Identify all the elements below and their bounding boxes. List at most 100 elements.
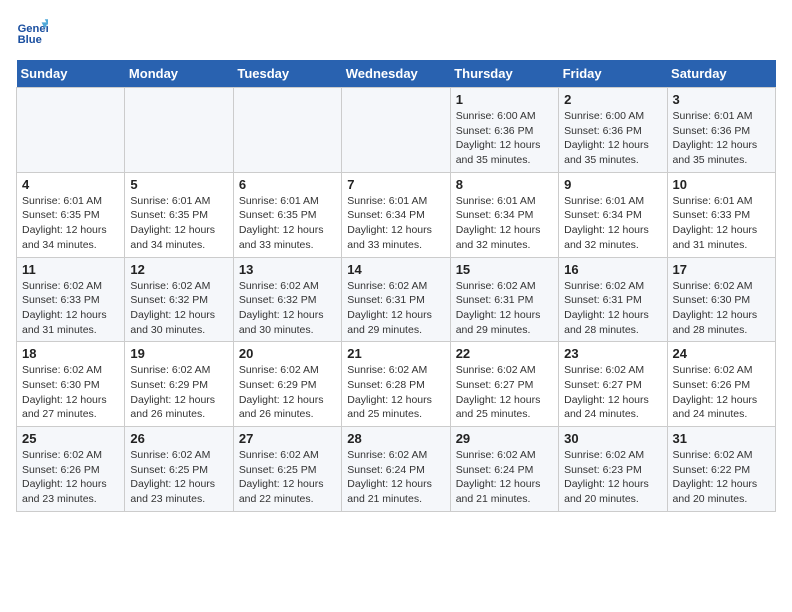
- day-number: 3: [673, 92, 770, 107]
- calendar-cell: 14 Sunrise: 6:02 AM Sunset: 6:31 PM Dayli…: [342, 257, 450, 342]
- day-info: Sunrise: 6:02 AM Sunset: 6:26 PM Dayligh…: [673, 363, 770, 422]
- logo-icon: General Blue: [16, 16, 48, 48]
- calendar-cell: 26 Sunrise: 6:02 AM Sunset: 6:25 PM Dayli…: [125, 427, 233, 512]
- svg-text:Blue: Blue: [18, 34, 42, 46]
- day-info: Sunrise: 6:02 AM Sunset: 6:22 PM Dayligh…: [673, 448, 770, 507]
- calendar-week-row: 25Sunrise: 6:02 AM Sunset: 6:26 PM Dayli…: [17, 427, 776, 512]
- weekday-header: Thursday: [450, 60, 558, 88]
- day-number: 31: [673, 431, 770, 446]
- day-info: Sunrise: 6:02 AM Sunset: 6:31 PM Dayligh…: [456, 279, 553, 338]
- day-number: 26: [130, 431, 227, 446]
- weekday-header: Sunday: [17, 60, 125, 88]
- day-info: Sunrise: 6:01 AM Sunset: 6:34 PM Dayligh…: [564, 194, 661, 253]
- day-number: 24: [673, 346, 770, 361]
- calendar-cell: 2Sunrise: 6:00 AM Sunset: 6:36 PM Daylig…: [559, 88, 667, 173]
- calendar-cell: 19 Sunrise: 6:02 AM Sunset: 6:29 PM Dayli…: [125, 342, 233, 427]
- day-info: Sunrise: 6:02 AM Sunset: 6:25 PM Dayligh…: [130, 448, 227, 507]
- day-info: Sunrise: 6:02 AM Sunset: 6:27 PM Dayligh…: [564, 363, 661, 422]
- calendar-cell: 23 Sunrise: 6:02 AM Sunset: 6:27 PM Dayli…: [559, 342, 667, 427]
- day-number: 9: [564, 177, 661, 192]
- calendar-cell: 25Sunrise: 6:02 AM Sunset: 6:26 PM Dayli…: [17, 427, 125, 512]
- day-info: Sunrise: 6:02 AM Sunset: 6:32 PM Dayligh…: [130, 279, 227, 338]
- day-number: 19: [130, 346, 227, 361]
- day-number: 28: [347, 431, 444, 446]
- day-number: 23: [564, 346, 661, 361]
- day-number: 6: [239, 177, 336, 192]
- day-number: 21: [347, 346, 444, 361]
- calendar-cell: 17 Sunrise: 6:02 AM Sunset: 6:30 PM Dayli…: [667, 257, 775, 342]
- calendar-cell: [125, 88, 233, 173]
- weekday-header: Saturday: [667, 60, 775, 88]
- day-number: 14: [347, 262, 444, 277]
- calendar-cell: 20Sunrise: 6:02 AM Sunset: 6:29 PM Dayli…: [233, 342, 341, 427]
- day-info: Sunrise: 6:01 AM Sunset: 6:33 PM Dayligh…: [673, 194, 770, 253]
- day-info: Sunrise: 6:02 AM Sunset: 6:30 PM Dayligh…: [673, 279, 770, 338]
- day-info: Sunrise: 6:02 AM Sunset: 6:30 PM Dayligh…: [22, 363, 119, 422]
- calendar-week-row: 11 Sunrise: 6:02 AM Sunset: 6:33 PM Dayli…: [17, 257, 776, 342]
- calendar-cell: 12 Sunrise: 6:02 AM Sunset: 6:32 PM Dayli…: [125, 257, 233, 342]
- calendar-cell: 29Sunrise: 6:02 AM Sunset: 6:24 PM Dayli…: [450, 427, 558, 512]
- day-info: Sunrise: 6:02 AM Sunset: 6:28 PM Dayligh…: [347, 363, 444, 422]
- calendar-cell: 31 Sunrise: 6:02 AM Sunset: 6:22 PM Dayli…: [667, 427, 775, 512]
- calendar-cell: 18 Sunrise: 6:02 AM Sunset: 6:30 PM Dayli…: [17, 342, 125, 427]
- calendar-week-row: 18 Sunrise: 6:02 AM Sunset: 6:30 PM Dayli…: [17, 342, 776, 427]
- day-number: 8: [456, 177, 553, 192]
- calendar-cell: [233, 88, 341, 173]
- day-number: 25: [22, 431, 119, 446]
- day-number: 15: [456, 262, 553, 277]
- day-number: 12: [130, 262, 227, 277]
- day-info: Sunrise: 6:02 AM Sunset: 6:24 PM Dayligh…: [456, 448, 553, 507]
- page-header: General Blue: [16, 16, 776, 48]
- calendar-cell: 22 Sunrise: 6:02 AM Sunset: 6:27 PM Dayli…: [450, 342, 558, 427]
- day-number: 20: [239, 346, 336, 361]
- day-info: Sunrise: 6:01 AM Sunset: 6:35 PM Dayligh…: [22, 194, 119, 253]
- day-info: Sunrise: 6:01 AM Sunset: 6:35 PM Dayligh…: [239, 194, 336, 253]
- day-number: 22: [456, 346, 553, 361]
- calendar-cell: 30 Sunrise: 6:02 AM Sunset: 6:23 PM Dayli…: [559, 427, 667, 512]
- day-info: Sunrise: 6:02 AM Sunset: 6:29 PM Dayligh…: [130, 363, 227, 422]
- weekday-header: Tuesday: [233, 60, 341, 88]
- calendar-cell: 27 Sunrise: 6:02 AM Sunset: 6:25 PM Dayli…: [233, 427, 341, 512]
- day-info: Sunrise: 6:01 AM Sunset: 6:34 PM Dayligh…: [456, 194, 553, 253]
- calendar-cell: 8 Sunrise: 6:01 AM Sunset: 6:34 PM Daylig…: [450, 172, 558, 257]
- day-number: 4: [22, 177, 119, 192]
- day-info: Sunrise: 6:02 AM Sunset: 6:31 PM Dayligh…: [347, 279, 444, 338]
- calendar-week-row: 1 Sunrise: 6:00 AM Sunset: 6:36 PM Daylig…: [17, 88, 776, 173]
- day-number: 10: [673, 177, 770, 192]
- calendar-cell: 7Sunrise: 6:01 AM Sunset: 6:34 PM Daylig…: [342, 172, 450, 257]
- day-info: Sunrise: 6:01 AM Sunset: 6:35 PM Dayligh…: [130, 194, 227, 253]
- day-info: Sunrise: 6:02 AM Sunset: 6:31 PM Dayligh…: [564, 279, 661, 338]
- day-number: 1: [456, 92, 553, 107]
- day-info: Sunrise: 6:02 AM Sunset: 6:23 PM Dayligh…: [564, 448, 661, 507]
- day-number: 13: [239, 262, 336, 277]
- calendar-table: SundayMondayTuesdayWednesdayThursdayFrid…: [16, 60, 776, 512]
- day-number: 11: [22, 262, 119, 277]
- calendar-cell: [342, 88, 450, 173]
- calendar-week-row: 4 Sunrise: 6:01 AM Sunset: 6:35 PM Daylig…: [17, 172, 776, 257]
- day-info: Sunrise: 6:02 AM Sunset: 6:25 PM Dayligh…: [239, 448, 336, 507]
- calendar-cell: 16Sunrise: 6:02 AM Sunset: 6:31 PM Dayli…: [559, 257, 667, 342]
- day-info: Sunrise: 6:01 AM Sunset: 6:36 PM Dayligh…: [673, 109, 770, 168]
- calendar-cell: 24 Sunrise: 6:02 AM Sunset: 6:26 PM Dayli…: [667, 342, 775, 427]
- day-number: 30: [564, 431, 661, 446]
- day-number: 7: [347, 177, 444, 192]
- day-info: Sunrise: 6:02 AM Sunset: 6:27 PM Dayligh…: [456, 363, 553, 422]
- calendar-body: 1 Sunrise: 6:00 AM Sunset: 6:36 PM Daylig…: [17, 88, 776, 512]
- calendar-cell: 10 Sunrise: 6:01 AM Sunset: 6:33 PM Dayli…: [667, 172, 775, 257]
- day-number: 18: [22, 346, 119, 361]
- calendar-cell: 21 Sunrise: 6:02 AM Sunset: 6:28 PM Dayli…: [342, 342, 450, 427]
- day-number: 5: [130, 177, 227, 192]
- day-info: Sunrise: 6:02 AM Sunset: 6:24 PM Dayligh…: [347, 448, 444, 507]
- calendar-header: SundayMondayTuesdayWednesdayThursdayFrid…: [17, 60, 776, 88]
- day-number: 27: [239, 431, 336, 446]
- calendar-cell: 11 Sunrise: 6:02 AM Sunset: 6:33 PM Dayli…: [17, 257, 125, 342]
- calendar-cell: 28 Sunrise: 6:02 AM Sunset: 6:24 PM Dayli…: [342, 427, 450, 512]
- calendar-cell: 9 Sunrise: 6:01 AM Sunset: 6:34 PM Daylig…: [559, 172, 667, 257]
- day-info: Sunrise: 6:00 AM Sunset: 6:36 PM Dayligh…: [456, 109, 553, 168]
- day-number: 17: [673, 262, 770, 277]
- day-info: Sunrise: 6:02 AM Sunset: 6:33 PM Dayligh…: [22, 279, 119, 338]
- calendar-cell: 4 Sunrise: 6:01 AM Sunset: 6:35 PM Daylig…: [17, 172, 125, 257]
- calendar-cell: 13Sunrise: 6:02 AM Sunset: 6:32 PM Dayli…: [233, 257, 341, 342]
- calendar-cell: 1 Sunrise: 6:00 AM Sunset: 6:36 PM Daylig…: [450, 88, 558, 173]
- weekday-header: Friday: [559, 60, 667, 88]
